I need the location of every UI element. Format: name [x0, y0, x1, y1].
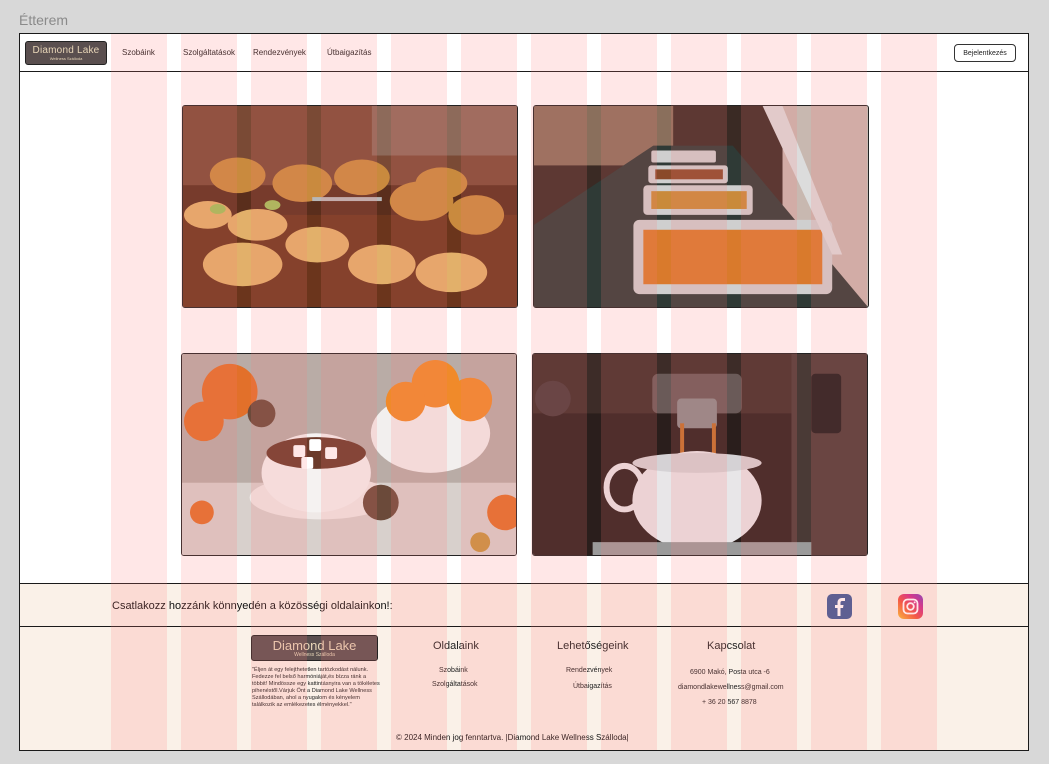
nav-services[interactable]: Szolgáltatások	[183, 48, 235, 57]
social-text: Csatlakozz hozzánk könnyedén a közösségi…	[112, 600, 393, 612]
hot-chocolate-photo	[181, 353, 517, 556]
login-button[interactable]: Bejelentkezés	[954, 44, 1016, 62]
copyright: © 2024 Minden jog fenntartva. |Diamond L…	[396, 733, 629, 742]
header: Diamond Lake Wellness Szálloda Szobáink …	[20, 34, 1028, 72]
footer-link-events[interactable]: Rendezvények	[566, 667, 612, 674]
footer-options-title: Lehetőségeink	[557, 640, 629, 652]
footer-logo-subtitle: Wellness Szálloda	[294, 651, 335, 658]
logo-title: Diamond Lake	[32, 44, 100, 56]
nav-rooms[interactable]: Szobáink	[122, 48, 155, 57]
logo-subtitle: Wellness Szálloda	[49, 55, 83, 61]
contact-address: 6900 Makó, Posta utca -6	[690, 669, 770, 676]
footer-contact-title: Kapcsolat	[707, 640, 756, 652]
nav-events[interactable]: Rendezvények	[253, 48, 306, 57]
facebook-icon[interactable]	[827, 594, 852, 619]
footer-pages-title: Oldalaink	[433, 640, 479, 652]
nav-directions[interactable]: Útbaigazítás	[327, 48, 371, 57]
footer-link-services[interactable]: Szolgáltatások	[432, 681, 478, 688]
footer-link-rooms[interactable]: Szobáink	[439, 667, 468, 674]
social-band: Csatlakozz hozzánk könnyedén a közösségi…	[20, 583, 1028, 627]
contact-email[interactable]: diamondlakewellness@gmail.com	[678, 684, 784, 691]
footer-link-directions[interactable]: Útbaigazítás	[573, 683, 612, 690]
espresso-photo	[532, 353, 868, 556]
frame-label: Étterem	[19, 12, 69, 28]
footer-logo[interactable]: Diamond Lake Wellness Szálloda	[251, 635, 378, 661]
buffet-photo	[533, 105, 869, 308]
logo[interactable]: Diamond Lake Wellness Szálloda	[25, 41, 107, 65]
croissants-photo	[182, 105, 518, 308]
footer: Diamond Lake Wellness Szálloda "Éljen át…	[20, 627, 1028, 750]
footer-logo-title: Diamond Lake	[272, 637, 357, 653]
contact-phone[interactable]: + 36 20 567 8878	[702, 699, 757, 706]
restaurant-page: Diamond Lake Wellness Szálloda Szobáink …	[19, 33, 1029, 751]
footer-description: "Éljen át egy felejthetetlen tartózkodás…	[252, 667, 380, 708]
instagram-icon[interactable]	[898, 594, 923, 619]
